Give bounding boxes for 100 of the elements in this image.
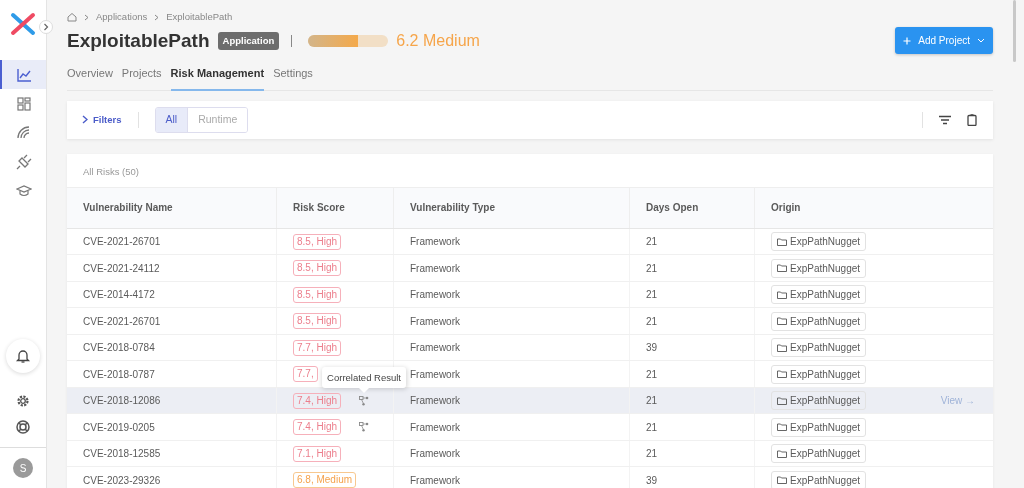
tab[interactable]: Projects: [121, 65, 162, 91]
export-button[interactable]: [967, 113, 977, 126]
chevron-right-icon: [82, 115, 88, 125]
scrollbar[interactable]: [1013, 0, 1016, 62]
table-cell: 21: [629, 361, 754, 387]
chevron-right-icon: [154, 13, 160, 21]
table-cell-text: CVE-2018-0784: [82, 341, 156, 355]
table-cell-text: CVE-2021-24112: [82, 261, 161, 276]
table-cell-text: CVE-2019-0205: [82, 420, 156, 435]
table-cell-text: CVE-2018-0787: [82, 367, 156, 382]
table-cell: 21: [629, 308, 754, 334]
risk-score: 6.2 Medium: [396, 30, 480, 51]
folder-icon: [777, 476, 787, 484]
signal-icon: [16, 124, 32, 141]
table-cell-text: CVE-2021-26701: [82, 235, 162, 249]
table-cell: 21: [629, 440, 754, 467]
table-cell: Framework: [393, 467, 629, 488]
tab[interactable]: Settings: [273, 65, 313, 91]
chart-icon: [16, 66, 32, 83]
column-header: Days Open: [629, 187, 754, 228]
origin-tag: ExpPathNugget: [771, 364, 867, 384]
tab[interactable]: Risk Management: [170, 65, 265, 91]
sidebar-nav-item[interactable]: [0, 60, 46, 89]
risk-score-tag: 7.4, High: [293, 419, 342, 435]
help-button[interactable]: [15, 419, 31, 435]
add-project-button[interactable]: Add Project: [895, 27, 993, 55]
folder-icon: [777, 317, 787, 325]
chevron-right-icon: [43, 23, 49, 31]
folder-icon: [777, 396, 787, 405]
clipboard-icon: [967, 113, 977, 126]
filter-lines-icon: [939, 114, 951, 125]
folder-icon: [777, 449, 787, 458]
table-cell-text: CVE-2021-26701: [82, 314, 162, 329]
risk-score-tag: 7.7, High: [293, 339, 342, 356]
table-cell: Framework: [393, 414, 629, 440]
application-badge: Application: [217, 31, 280, 50]
graduation-cap-icon: [16, 182, 32, 199]
origin-tag: ExpPathNugget: [771, 258, 867, 278]
grid-icon: [16, 95, 32, 112]
folder-icon: [777, 370, 787, 378]
risk-score-tag: 7.4, High: [293, 392, 342, 409]
table-cell: 21: [629, 281, 754, 308]
chevron-right-icon: [84, 13, 89, 21]
plus-icon: [903, 36, 912, 45]
table-cell-text: CVE-2018-12585: [82, 447, 162, 461]
table-cell: Framework: [393, 281, 629, 308]
risk-score-tag: 7.7,: [293, 366, 318, 382]
risk-score-tag: 8.5, High: [293, 313, 342, 329]
notifications-button[interactable]: [6, 339, 40, 373]
breadcrumb-link[interactable]: Applications: [96, 10, 148, 25]
expand-button[interactable]: [39, 20, 53, 34]
settings-button[interactable]: [15, 393, 31, 409]
risk-score-tag: 6.8, Medium: [293, 472, 357, 488]
user-avatar[interactable]: S: [13, 458, 33, 478]
tooltip-pointer: [359, 387, 370, 393]
table-cell: Framework: [393, 440, 629, 467]
logo-icon: [10, 12, 36, 36]
filter-segment[interactable]: All: [155, 107, 189, 132]
table-cell-text: CVE-2018-12086: [82, 394, 162, 408]
origin-tag: ExpPathNugget: [771, 417, 867, 437]
filters-toggle[interactable]: Filters: [82, 112, 122, 127]
table-cell: 21: [629, 414, 754, 440]
origin-tag: ExpPathNugget: [771, 285, 867, 304]
risk-score-tag: 8.5, High: [293, 260, 342, 276]
table-cell-text: CVE-2014-4172: [82, 288, 156, 302]
table-row-highlight[interactable]: CVE-2018-12086 7.4, High Framework 21 ExpPathNugget View →: [67, 387, 993, 415]
sort-button[interactable]: [939, 114, 951, 125]
plug-icon: [16, 153, 32, 170]
correlation-icon[interactable]: [359, 395, 370, 406]
origin-tag: ExpPathNugget: [771, 391, 867, 410]
correlation-icon[interactable]: [359, 422, 370, 432]
folder-icon: [777, 264, 787, 272]
table-cell: Framework: [393, 308, 629, 334]
table-cell: 39: [629, 334, 754, 361]
settings-icon: [15, 393, 31, 409]
lifebuoy-icon: [15, 419, 31, 435]
table-cell: Framework: [393, 255, 629, 281]
column-header: Vulnerability Type: [393, 187, 629, 228]
origin-tag: ExpPathNugget: [771, 444, 867, 463]
bell-icon: [15, 348, 31, 364]
home-icon[interactable]: [67, 12, 77, 23]
risk-score-tag: 7.1, High: [293, 445, 342, 462]
breadcrumb-current: ExploitablePath: [166, 10, 233, 24]
folder-icon: [777, 423, 787, 431]
table-caption: All Risks (50): [82, 164, 140, 179]
table-cell: 21: [629, 255, 754, 281]
folder-icon: [777, 237, 787, 246]
origin-tag: ExpPathNugget: [771, 470, 867, 488]
tab[interactable]: Overview: [67, 65, 113, 91]
table-cell: Framework: [393, 334, 629, 361]
folder-icon: [777, 343, 787, 352]
table-cell: 21: [629, 228, 754, 255]
origin-tag: ExpPathNugget: [771, 311, 867, 331]
table-cell-text: CVE-2023-29326: [82, 473, 162, 488]
page-title: ExploitablePath: [67, 29, 210, 52]
table-cell: 21: [629, 387, 754, 414]
risk-score-tag: 8.5, High: [293, 233, 342, 250]
column-header: Origin: [754, 187, 993, 228]
folder-icon: [777, 290, 787, 299]
table-cell: 39: [629, 467, 754, 488]
